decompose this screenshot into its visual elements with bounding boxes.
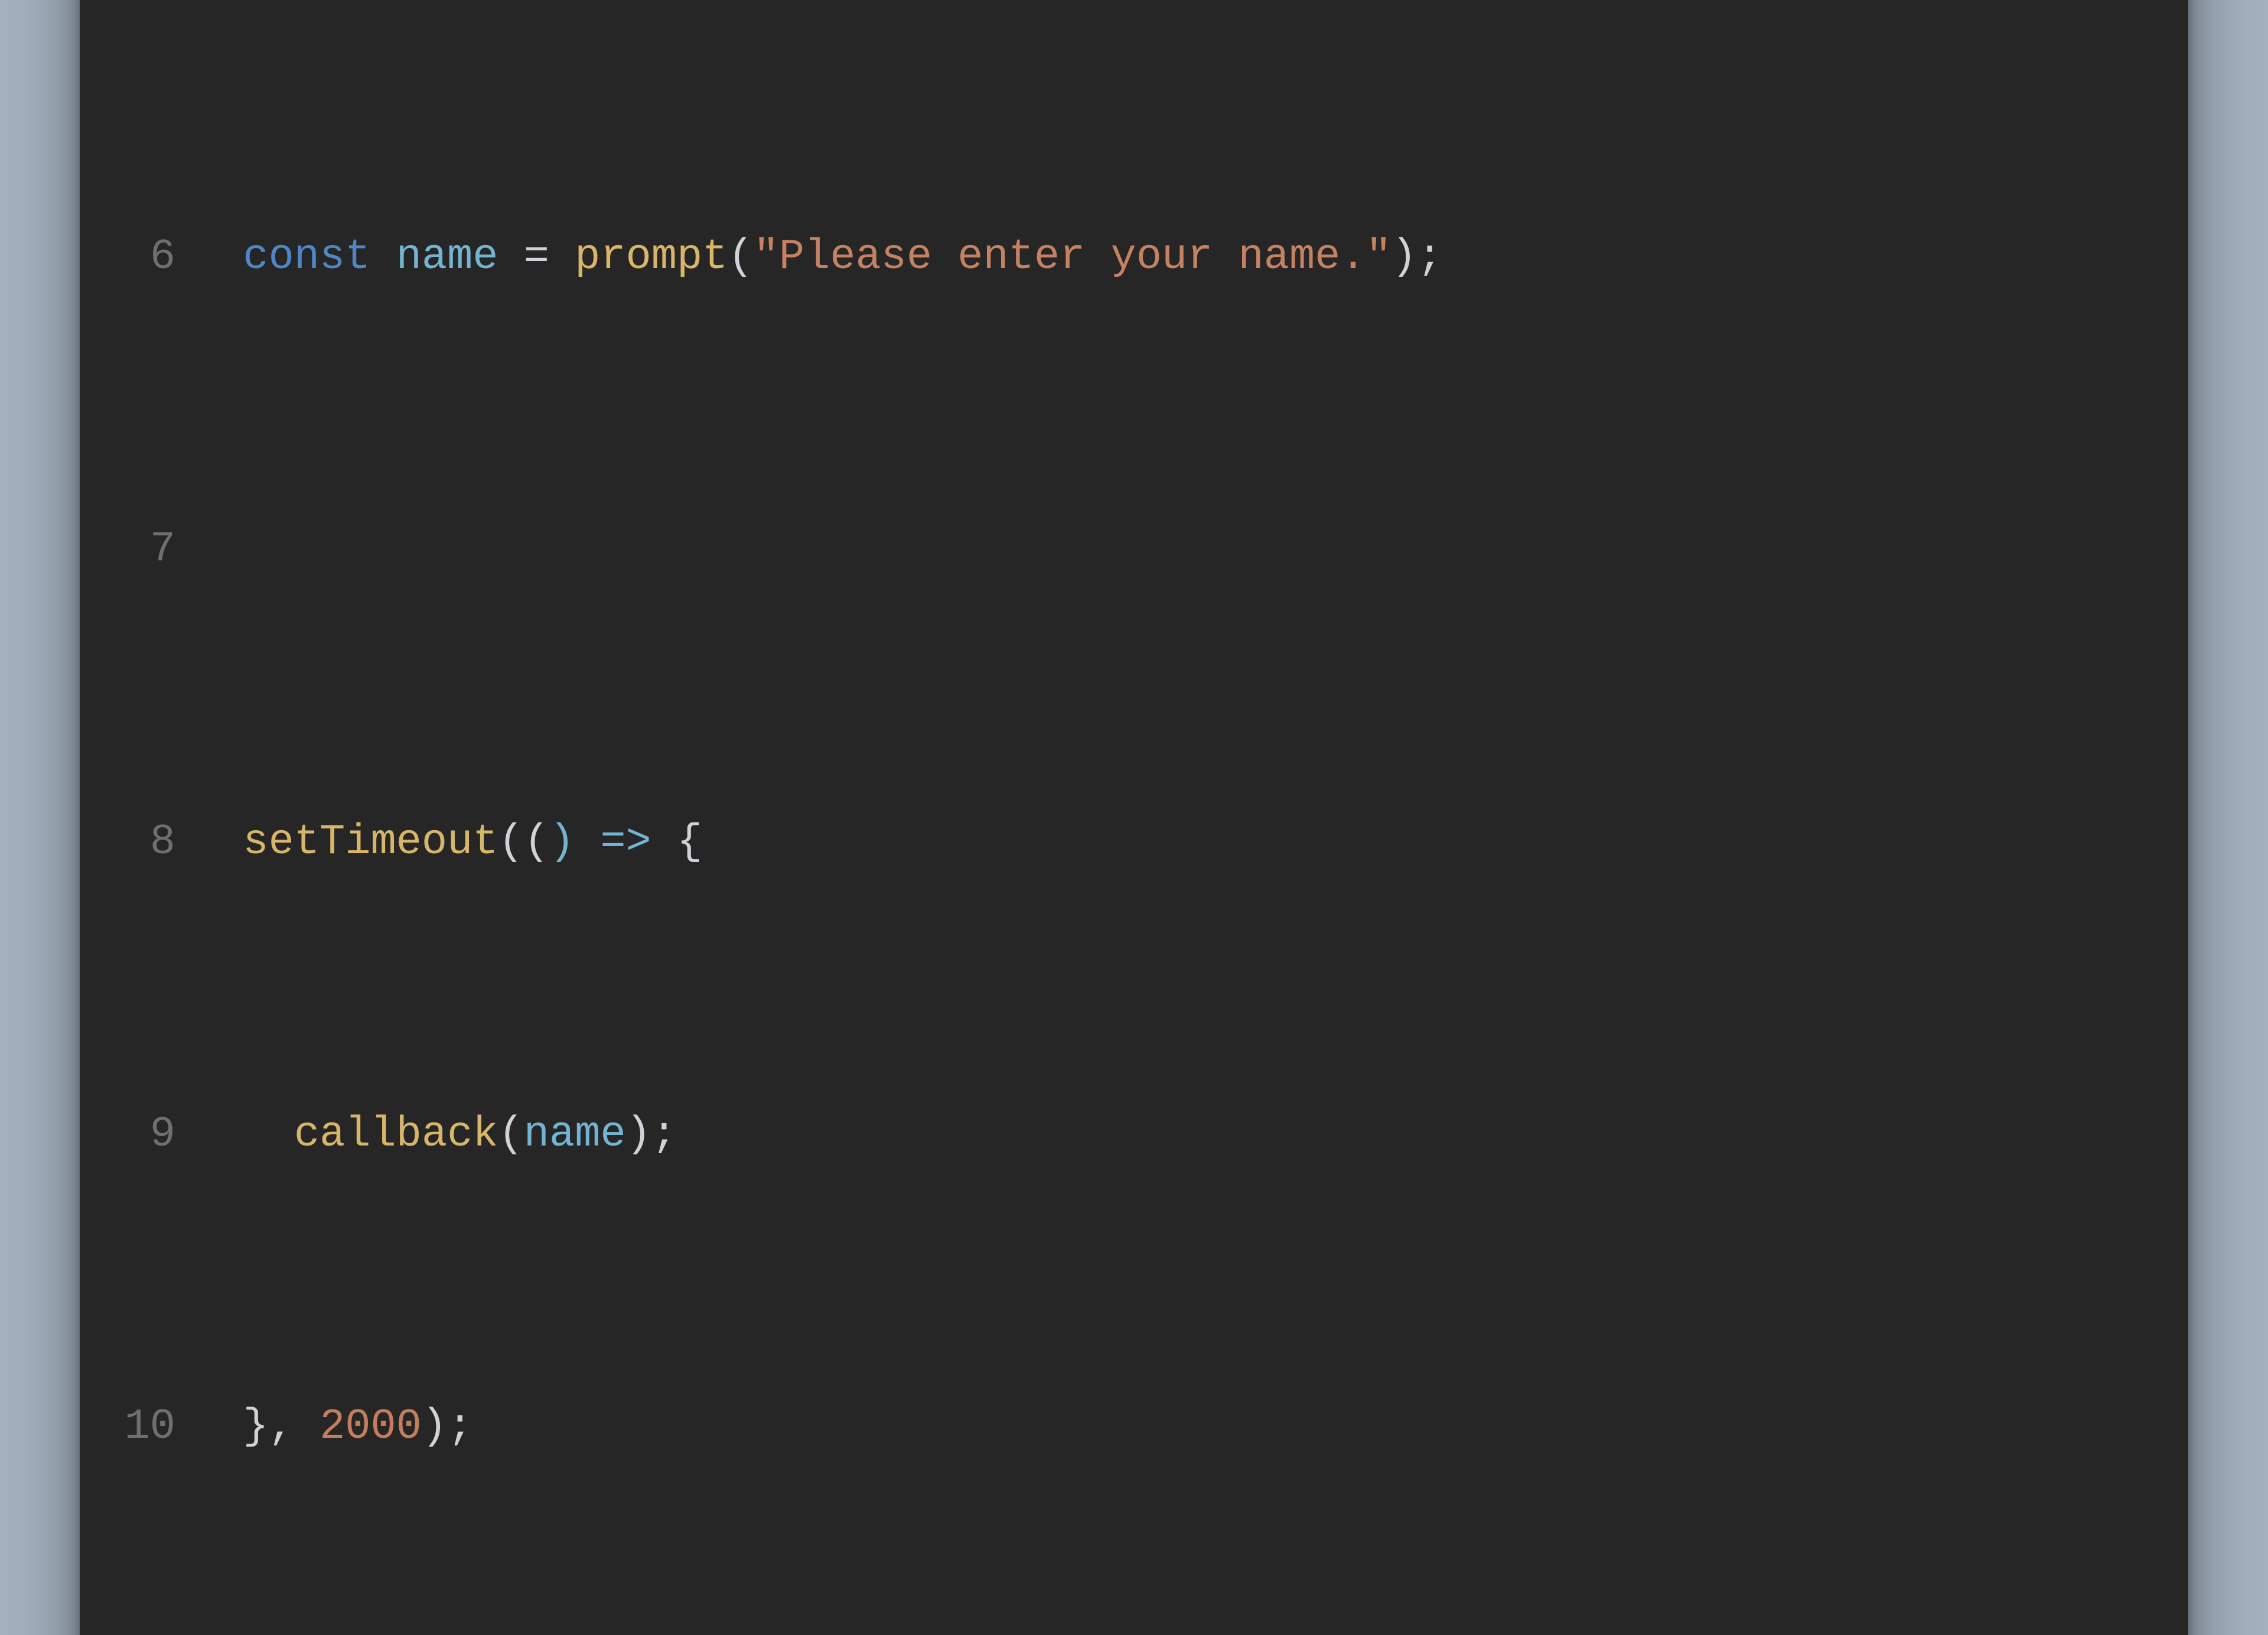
code-content: }, 2000); [192, 1391, 472, 1464]
code-content: callback(name); [192, 1098, 677, 1171]
line-number: 5 [121, 0, 192, 1]
code-line: 7 [121, 513, 2147, 586]
line-number: 6 [121, 221, 192, 294]
code-content: const name = prompt("Please enter your n… [192, 221, 1442, 294]
line-number: 8 [121, 806, 192, 879]
line-number: 10 [121, 1391, 192, 1464]
code-line: 5 function processUserInput(callback) { [121, 0, 2147, 1]
code-line: 10 }, 2000); [121, 1391, 2147, 1464]
line-number: 9 [121, 1098, 192, 1171]
code-line: 9 callback(name); [121, 1098, 2147, 1171]
code-editor-window: 1 function greeting(name) { 2 alert(`Hel… [80, 0, 2188, 1635]
code-line: 8 setTimeout(() => { [121, 806, 2147, 879]
code-line: 6 const name = prompt("Please enter your… [121, 221, 2147, 294]
page-background: 1 function greeting(name) { 2 alert(`Hel… [0, 0, 2268, 1635]
code-content: function processUserInput(callback) { [192, 0, 1136, 1]
code-block: 1 function greeting(name) { 2 alert(`Hel… [121, 0, 2147, 1635]
line-number: 7 [121, 513, 192, 586]
code-content: setTimeout(() => { [192, 806, 702, 879]
